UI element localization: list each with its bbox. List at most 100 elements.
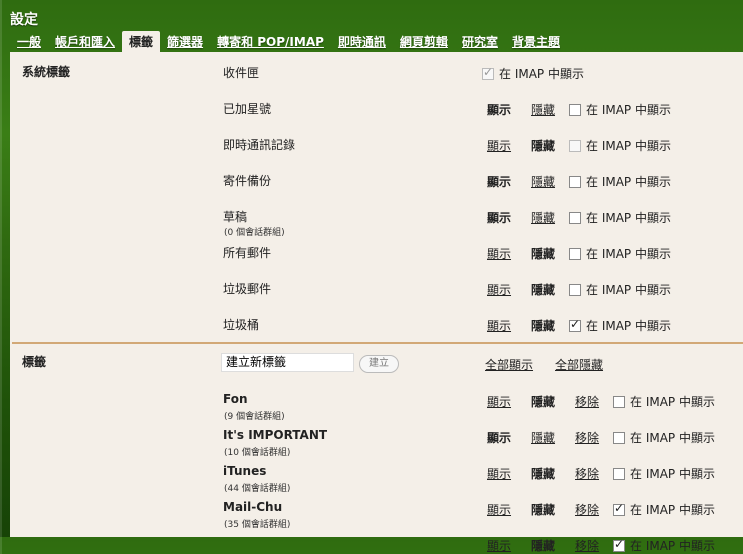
system-label-5-imap-checkbox[interactable] bbox=[569, 247, 581, 260]
system-label-4-show-link[interactable]: 顯示 bbox=[487, 209, 511, 226]
create-label-button[interactable]: 建立 bbox=[359, 355, 399, 373]
system-label-0-imap-checkbox bbox=[482, 65, 494, 80]
user-label-3-name: Mail-Chu bbox=[223, 500, 283, 514]
user-label-3-count: (35 個會話群組) bbox=[224, 520, 291, 530]
user-label-3-imap-option[interactable]: 在 IMAP 中顯示 bbox=[613, 501, 715, 518]
system-labels-heading: 系統標籤 bbox=[22, 65, 71, 79]
user-label-3-show-link[interactable]: 顯示 bbox=[487, 501, 511, 518]
tab-forwarding-pop-imap[interactable]: 轉寄和 POP/IMAP bbox=[210, 31, 331, 52]
system-label-3-imap-checkbox[interactable] bbox=[569, 175, 581, 188]
tab-general[interactable]: 一般 bbox=[10, 31, 48, 52]
user-label-2-show-link[interactable]: 顯示 bbox=[487, 465, 511, 482]
tab-labels[interactable]: 標籤 bbox=[122, 31, 161, 52]
system-label-7-name: 垃圾桶 bbox=[223, 318, 260, 332]
system-label-4-hide-link[interactable]: 隱藏 bbox=[531, 209, 555, 226]
system-label-6-imap-label: 在 IMAP 中顯示 bbox=[586, 283, 671, 297]
system-label-6-show-link[interactable]: 顯示 bbox=[487, 281, 511, 298]
user-label-1-imap-label: 在 IMAP 中顯示 bbox=[630, 431, 715, 445]
system-label-7-imap-option[interactable]: 在 IMAP 中顯示 bbox=[569, 317, 671, 334]
settings-tabs: 一般 帳戶和匯入 標籤 篩選器 轉寄和 POP/IMAP 即時通訊 網頁剪輯 研… bbox=[10, 31, 567, 52]
system-label-6-imap-checkbox[interactable] bbox=[569, 283, 581, 296]
system-label-0-imap-option[interactable]: 在 IMAP 中顯示 bbox=[482, 65, 584, 82]
system-label-2-imap-checkbox bbox=[569, 139, 581, 152]
user-label-2-name: iTunes bbox=[223, 464, 267, 478]
user-label-2-count: (44 個會話群組) bbox=[224, 484, 291, 494]
system-label-5-imap-option[interactable]: 在 IMAP 中顯示 bbox=[569, 245, 671, 262]
system-label-5-hide-link[interactable]: 隱藏 bbox=[531, 245, 555, 262]
system-label-4-imap-label: 在 IMAP 中顯示 bbox=[586, 211, 671, 225]
system-label-4-name: 草稿 bbox=[223, 210, 248, 224]
page-title: 設定 bbox=[10, 12, 38, 28]
user-label-3-remove-link[interactable]: 移除 bbox=[575, 501, 599, 518]
user-label-1-show-link[interactable]: 顯示 bbox=[487, 429, 511, 446]
system-label-1-imap-label: 在 IMAP 中顯示 bbox=[586, 103, 671, 117]
system-label-2-name: 即時通訊記錄 bbox=[223, 138, 296, 152]
system-label-7-imap-checkbox[interactable] bbox=[569, 317, 581, 332]
user-label-1-count: (10 個會話群組) bbox=[224, 448, 291, 458]
user-label-4-imap-checkbox[interactable] bbox=[613, 537, 625, 552]
system-label-1-name: 已加星號 bbox=[223, 102, 272, 116]
user-label-2-imap-option[interactable]: 在 IMAP 中顯示 bbox=[613, 465, 715, 482]
tab-web-clips[interactable]: 網頁剪輯 bbox=[393, 31, 455, 52]
system-label-3-show-link[interactable]: 顯示 bbox=[487, 173, 511, 190]
system-label-7-show-link[interactable]: 顯示 bbox=[487, 317, 511, 334]
system-label-4-imap-checkbox[interactable] bbox=[569, 211, 581, 224]
system-label-0-name: 收件匣 bbox=[223, 66, 260, 80]
system-label-5-show-link[interactable]: 顯示 bbox=[487, 245, 511, 262]
user-label-0-imap-checkbox[interactable] bbox=[613, 395, 625, 408]
system-label-7-hide-link[interactable]: 隱藏 bbox=[531, 317, 555, 334]
system-label-3-hide-link[interactable]: 隱藏 bbox=[531, 173, 555, 190]
settings-header: 設定 一般 帳戶和匯入 標籤 篩選器 轉寄和 POP/IMAP 即時通訊 網頁剪… bbox=[0, 0, 743, 52]
system-label-5-imap-label: 在 IMAP 中顯示 bbox=[586, 247, 671, 261]
system-label-2-hide-link[interactable]: 隱藏 bbox=[531, 137, 555, 154]
system-label-3-name: 寄件備份 bbox=[223, 174, 272, 188]
system-label-1-imap-option[interactable]: 在 IMAP 中顯示 bbox=[569, 101, 671, 118]
user-label-0-count: (9 個會話群組) bbox=[224, 412, 285, 422]
system-label-6-hide-link[interactable]: 隱藏 bbox=[531, 281, 555, 298]
user-label-0-name: Fon bbox=[223, 392, 248, 406]
user-label-0-imap-option[interactable]: 在 IMAP 中顯示 bbox=[613, 393, 715, 410]
show-all-link[interactable]: 全部顯示 bbox=[485, 356, 533, 373]
system-label-6-name: 垃圾郵件 bbox=[223, 282, 272, 296]
system-label-2-imap-label: 在 IMAP 中顯示 bbox=[586, 139, 671, 153]
hide-all-link[interactable]: 全部隱藏 bbox=[555, 356, 603, 373]
labels-heading: 標籤 bbox=[22, 355, 47, 369]
user-label-0-show-link[interactable]: 顯示 bbox=[487, 393, 511, 410]
system-label-1-hide-link[interactable]: 隱藏 bbox=[531, 101, 555, 118]
system-label-2-imap-option[interactable]: 在 IMAP 中顯示 bbox=[569, 137, 671, 154]
user-label-1-imap-checkbox[interactable] bbox=[613, 431, 625, 444]
user-label-4-remove-link[interactable]: 移除 bbox=[575, 537, 599, 554]
system-label-0-imap-label: 在 IMAP 中顯示 bbox=[499, 67, 584, 81]
user-label-2-remove-link[interactable]: 移除 bbox=[575, 465, 599, 482]
tab-accounts-import[interactable]: 帳戶和匯入 bbox=[48, 31, 122, 52]
user-label-0-hide-link[interactable]: 隱藏 bbox=[531, 393, 555, 410]
system-label-3-imap-option[interactable]: 在 IMAP 中顯示 bbox=[569, 173, 671, 190]
system-label-7-imap-label: 在 IMAP 中顯示 bbox=[586, 319, 671, 333]
tab-themes[interactable]: 背景主題 bbox=[505, 31, 567, 52]
system-label-4-imap-option[interactable]: 在 IMAP 中顯示 bbox=[569, 209, 671, 226]
user-label-4-imap-option[interactable]: 在 IMAP 中顯示 bbox=[613, 537, 715, 554]
user-label-0-imap-label: 在 IMAP 中顯示 bbox=[630, 395, 715, 409]
system-label-1-imap-checkbox[interactable] bbox=[569, 103, 581, 116]
system-label-4-count: (0 個會話群組) bbox=[224, 228, 285, 238]
user-label-4-hide-link[interactable]: 隱藏 bbox=[531, 537, 555, 554]
new-label-input[interactable] bbox=[221, 353, 354, 372]
user-label-3-hide-link[interactable]: 隱藏 bbox=[531, 501, 555, 518]
system-label-1-show-link[interactable]: 顯示 bbox=[487, 101, 511, 118]
user-label-0-remove-link[interactable]: 移除 bbox=[575, 393, 599, 410]
user-label-2-imap-checkbox[interactable] bbox=[613, 467, 625, 480]
user-label-2-imap-label: 在 IMAP 中顯示 bbox=[630, 467, 715, 481]
tab-labs[interactable]: 研究室 bbox=[455, 31, 505, 52]
user-label-1-imap-option[interactable]: 在 IMAP 中顯示 bbox=[613, 429, 715, 446]
section-divider bbox=[12, 342, 743, 344]
user-label-1-hide-link[interactable]: 隱藏 bbox=[531, 429, 555, 446]
tab-chat[interactable]: 即時通訊 bbox=[331, 31, 393, 52]
user-label-1-remove-link[interactable]: 移除 bbox=[575, 429, 599, 446]
system-label-2-show-link[interactable]: 顯示 bbox=[487, 137, 511, 154]
tab-filters[interactable]: 篩選器 bbox=[160, 31, 210, 52]
system-label-5-name: 所有郵件 bbox=[223, 246, 272, 260]
system-label-6-imap-option[interactable]: 在 IMAP 中顯示 bbox=[569, 281, 671, 298]
user-label-4-show-link[interactable]: 顯示 bbox=[487, 537, 511, 554]
user-label-3-imap-checkbox[interactable] bbox=[613, 501, 625, 516]
user-label-2-hide-link[interactable]: 隱藏 bbox=[531, 465, 555, 482]
